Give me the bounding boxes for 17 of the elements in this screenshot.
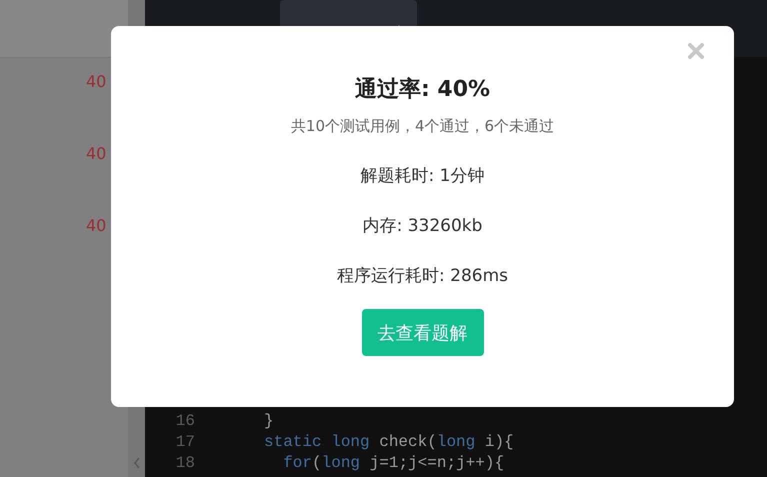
stat-text: 解题耗时: 1分钟 [360, 165, 484, 188]
chevron-left-icon[interactable] [132, 457, 140, 469]
line-number: 17 [174, 432, 196, 450]
dialog-title: 通过率: 40% [354, 76, 490, 104]
line-number: 18 [174, 454, 196, 472]
code-line: } [264, 412, 274, 430]
stat-text: 内存: 33260kb [362, 215, 482, 238]
test-summary: 共10个测试用例，4个通过，6个未通过 [290, 116, 554, 136]
line-number: 16 [174, 412, 196, 430]
pass-rate: 40 [86, 144, 106, 164]
stat-text: 程序运行耗时: 286ms [337, 265, 508, 288]
code-line: static long check(long i){ [264, 432, 514, 450]
close-icon[interactable] [688, 43, 704, 59]
view-solution-button[interactable]: 去查看题解 [362, 309, 484, 356]
pass-rate: 40 [86, 72, 106, 92]
code-line: for(long j=1;j<=n;j++){ [282, 454, 504, 472]
pass-rate: 40 [86, 216, 106, 236]
